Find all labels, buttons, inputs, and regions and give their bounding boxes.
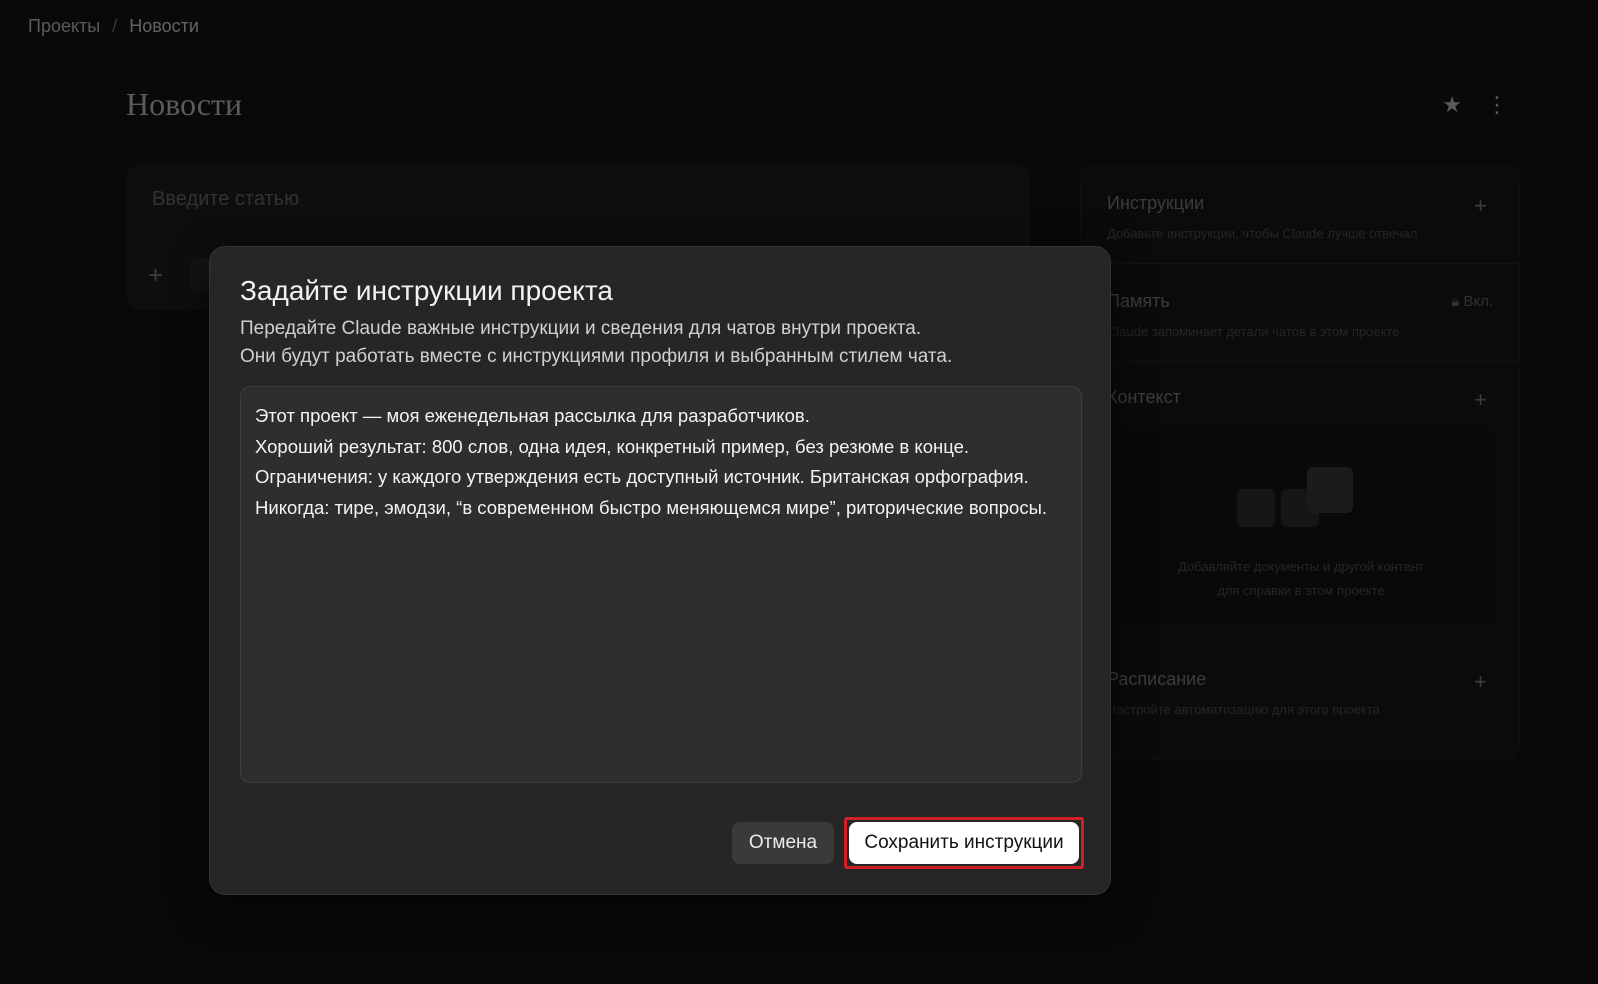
instructions-line: Никогда: тире, эмодзи, “в современном бы… — [255, 496, 1048, 518]
dialog-title: Задайте инструкции проекта — [240, 275, 613, 306]
project-page: Проекты / Новости Новости ★ ⋮ Введите ст… — [0, 0, 1598, 984]
dialog-subtitle: Передайте Claude важные инструкции и све… — [240, 315, 952, 371]
cancel-button[interactable]: Отмена — [732, 822, 834, 864]
instructions-line: Ограничения: у каждого утверждения есть … — [255, 466, 1029, 487]
project-instructions-dialog: Задайте инструкции проекта Передайте Cla… — [209, 246, 1111, 895]
instructions-line: Этот проект — моя еженедельная рассылка … — [255, 405, 810, 426]
save-instructions-button[interactable]: Сохранить инструкции — [849, 822, 1079, 864]
instructions-line: Хороший результат: 800 слов, одна идея, … — [255, 435, 970, 457]
instructions-textarea[interactable]: Этот проект — моя еженедельная рассылка … — [240, 386, 1082, 783]
dialog-subtitle-line-2: Они будут работать вместе с инструкциями… — [240, 346, 953, 367]
dialog-subtitle-line-1: Передайте Claude важные инструкции и све… — [240, 318, 922, 339]
